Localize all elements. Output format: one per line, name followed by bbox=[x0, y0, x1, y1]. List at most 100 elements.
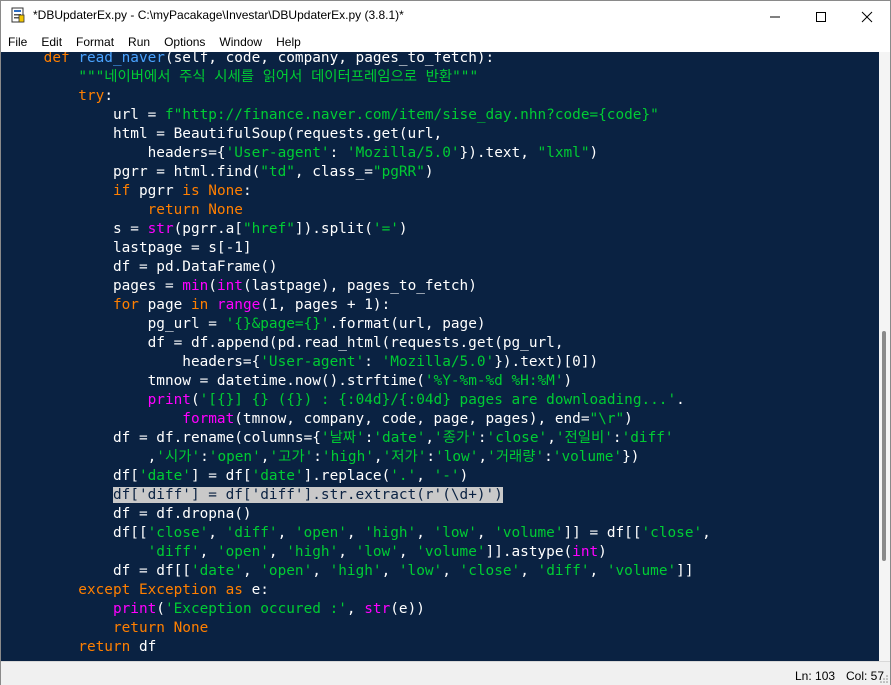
code-token: 'close' bbox=[147, 525, 209, 541]
code-line[interactable]: headers={'User-agent': 'Mozilla/5.0'}).t… bbox=[9, 144, 711, 163]
code-token: str bbox=[364, 601, 391, 617]
code-token: : bbox=[364, 354, 382, 370]
code-token: '거래량' bbox=[487, 449, 545, 465]
code-line[interactable]: tmnow = datetime.now().strftime('%Y-%m-%… bbox=[9, 372, 711, 391]
code-line[interactable]: """네이버에서 주식 시세를 읽어서 데이터프레임으로 반환""" bbox=[9, 68, 711, 87]
code-token: 'open' bbox=[294, 525, 347, 541]
menu-run[interactable]: Run bbox=[121, 32, 157, 52]
code-line[interactable]: 'diff', 'open', 'high', 'low', 'volume']… bbox=[9, 543, 711, 562]
menu-format[interactable]: Format bbox=[69, 32, 121, 52]
menu-options[interactable]: Options bbox=[157, 32, 212, 52]
code-token: df = df.append(pd.read_html(requests.get… bbox=[9, 335, 564, 351]
code-line[interactable]: print('Exception occured :', str(e)) bbox=[9, 600, 711, 619]
menu-window[interactable]: Window bbox=[212, 32, 269, 52]
code-line[interactable]: df = pd.DataFrame() bbox=[9, 258, 711, 277]
menu-help[interactable]: Help bbox=[269, 32, 308, 52]
code-token: , bbox=[416, 468, 434, 484]
code-token: 'low' bbox=[398, 563, 443, 579]
code-line[interactable]: except Exception as e: bbox=[9, 581, 711, 600]
code-token: 'low' bbox=[355, 544, 399, 560]
close-button[interactable] bbox=[844, 1, 890, 32]
code-line[interactable]: return None bbox=[9, 201, 711, 220]
code-line[interactable]: df = df.rename(columns={'날짜':'date','종가'… bbox=[9, 429, 711, 448]
code-line[interactable]: df[['close', 'diff', 'open', 'high', 'lo… bbox=[9, 524, 711, 543]
code-token: in bbox=[190, 297, 217, 313]
code-line[interactable]: pages = min(int(lastpage), pages_to_fetc… bbox=[9, 277, 711, 296]
code-token: , bbox=[425, 430, 435, 446]
code-line[interactable]: df['date'] = df['date'].replace('.', '-'… bbox=[9, 467, 711, 486]
code-token: s = bbox=[9, 221, 148, 237]
code-token: 'volume' bbox=[494, 525, 564, 541]
code-line[interactable]: for page in range(1, pages + 1): bbox=[9, 296, 711, 315]
code-text[interactable]: def read_naver(self, code, company, page… bbox=[9, 52, 711, 657]
code-token: : bbox=[612, 430, 622, 446]
code-token: : bbox=[104, 88, 113, 104]
code-token: ] = df[ bbox=[190, 468, 252, 484]
code-line[interactable]: df = df.dropna() bbox=[9, 505, 711, 524]
code-token: , bbox=[381, 563, 399, 579]
code-token: ].replace( bbox=[303, 468, 391, 484]
code-token: : bbox=[426, 449, 436, 465]
code-token: """네이버에서 주식 시세를 읽어서 데이터프레임으로 반환""" bbox=[78, 69, 479, 85]
code-line[interactable]: pg_url = '{}&page={}'.format(url, page) bbox=[9, 315, 711, 334]
code-line[interactable]: df = df[['date', 'open', 'high', 'low', … bbox=[9, 562, 711, 581]
vertical-scrollbar[interactable] bbox=[879, 52, 890, 661]
code-line[interactable]: lastpage = s[-1] bbox=[9, 239, 711, 258]
minimize-icon bbox=[770, 16, 780, 17]
scrollbar-thumb[interactable] bbox=[882, 331, 886, 561]
code-line[interactable]: print('[{}] {} ({}) : {:04d}/{:04d} page… bbox=[9, 391, 711, 410]
code-token: 'diff' bbox=[225, 525, 278, 541]
code-token: (pgrr.a[ bbox=[173, 221, 243, 237]
code-token: ( bbox=[208, 278, 217, 294]
code-token: 'User-agent' bbox=[260, 354, 365, 370]
code-token: . bbox=[676, 392, 685, 408]
code-token: df = pd.DataFrame() bbox=[9, 259, 278, 275]
maximize-icon bbox=[816, 11, 826, 22]
menu-file[interactable]: File bbox=[1, 32, 34, 52]
code-token: '전일비' bbox=[555, 430, 613, 446]
code-token: ]].astype( bbox=[485, 544, 573, 560]
code-token: 'high' bbox=[364, 525, 417, 541]
code-token: , bbox=[338, 544, 356, 560]
code-token: format bbox=[9, 411, 235, 427]
code-token: , bbox=[346, 601, 365, 617]
code-line[interactable]: return None bbox=[9, 619, 711, 638]
code-line[interactable]: headers={'User-agent': 'Mozilla/5.0'}).t… bbox=[9, 353, 711, 372]
minimize-button[interactable] bbox=[752, 1, 798, 32]
code-line[interactable]: pgrr = html.find("td", class_="pgRR") bbox=[9, 163, 711, 182]
code-token: , bbox=[199, 544, 217, 560]
code-token: is None bbox=[182, 183, 243, 199]
code-line[interactable]: df = df.append(pd.read_html(requests.get… bbox=[9, 334, 711, 353]
code-line[interactable]: html = BeautifulSoup(requests.get(url, bbox=[9, 125, 711, 144]
code-token: '[{}] {} ({}) : {:04d}/{:04d} pages are … bbox=[199, 392, 677, 408]
code-line[interactable]: def read_naver(self, code, company, page… bbox=[9, 52, 711, 68]
code-token: f"http://finance.naver.com/item/sise_day… bbox=[164, 107, 659, 123]
title-bar[interactable]: *DBUpdaterEx.py - C:\myPacakage\Investar… bbox=[1, 1, 890, 32]
code-token: , bbox=[208, 525, 226, 541]
idle-file-icon bbox=[11, 7, 25, 23]
code-token: 'open' bbox=[260, 563, 313, 579]
code-token: df bbox=[138, 639, 157, 655]
code-line-selected[interactable]: df['diff'] = df['diff'].str.extract(r'(\… bbox=[9, 486, 711, 505]
code-token: : bbox=[477, 430, 487, 446]
code-line[interactable]: ,'시가':'open','고가':'high','저가':'low','거래량… bbox=[9, 448, 711, 467]
code-line[interactable]: format(tmnow, company, code, page, pages… bbox=[9, 410, 711, 429]
code-token: lastpage = s[-1] bbox=[9, 240, 252, 256]
code-line[interactable]: s = str(pgrr.a["href"]).split('=') bbox=[9, 220, 711, 239]
code-token: return None bbox=[9, 202, 243, 218]
code-line[interactable]: url = f"http://finance.naver.com/item/si… bbox=[9, 106, 711, 125]
code-token: 'open' bbox=[208, 449, 261, 465]
resize-grip-icon[interactable] bbox=[880, 675, 888, 683]
code-editor[interactable]: def read_naver(self, code, company, page… bbox=[1, 52, 879, 661]
code-line[interactable]: if pgrr is None: bbox=[9, 182, 711, 201]
code-token: ]).split( bbox=[294, 221, 373, 237]
code-line[interactable]: return df bbox=[9, 638, 711, 657]
code-token: pages = bbox=[9, 278, 183, 294]
code-token: "\r" bbox=[589, 411, 625, 427]
code-line[interactable]: try: bbox=[9, 87, 711, 106]
menu-edit[interactable]: Edit bbox=[34, 32, 69, 52]
maximize-button[interactable] bbox=[798, 1, 844, 32]
code-token: 'close' bbox=[459, 563, 521, 579]
code-token: 'diff' bbox=[537, 563, 590, 579]
code-token: , class_= bbox=[294, 164, 373, 180]
